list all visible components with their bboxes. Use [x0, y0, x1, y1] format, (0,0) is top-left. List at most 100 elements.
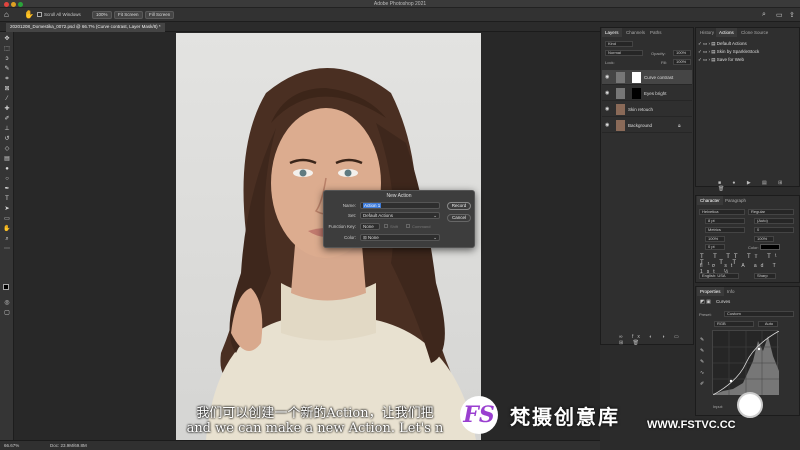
record-button[interactable]: Record — [447, 202, 471, 210]
fill-input[interactable]: 100% — [673, 59, 691, 65]
dodge-tool-icon[interactable]: ○ — [3, 176, 11, 182]
anti-alias-select[interactable]: Sharp — [754, 273, 776, 279]
fit-screen-button[interactable]: Fit Screen — [114, 11, 143, 19]
share-icon[interactable]: ⇪ — [789, 11, 795, 19]
action-set-row[interactable]: ✓ ▭ › ▤ Save for Web — [698, 57, 744, 64]
tab-actions[interactable]: Actions — [716, 28, 737, 37]
search-icon[interactable]: ⌕ — [762, 11, 766, 19]
healing-tool-icon[interactable]: ✚ — [3, 106, 11, 112]
watermark-url: WWW.FSTVC.CC — [647, 419, 736, 431]
hand-tool-sidebar-icon[interactable]: ✋ — [3, 226, 11, 232]
visibility-icon[interactable]: ◉ — [605, 90, 609, 96]
path-select-tool-icon[interactable]: ➤ — [3, 206, 11, 212]
gradient-tool-icon[interactable]: ▤ — [3, 156, 11, 162]
tab-paragraph[interactable]: Paragraph — [722, 196, 749, 205]
no-color-icon: ⊠ — [363, 235, 367, 240]
text-color-swatch[interactable] — [760, 244, 780, 250]
document-tab[interactable]: 20201208_Domestika_0072.psd @ 66.7% (Cur… — [6, 23, 165, 32]
watermark-badge — [737, 392, 763, 418]
action-set-row[interactable]: ✓ ▭ › ▤ Default Actions — [698, 41, 747, 48]
vscale-input[interactable]: 100% — [705, 236, 725, 242]
screen-mode-icon[interactable]: ▢ — [3, 310, 11, 316]
auto-button[interactable]: Auto — [758, 321, 778, 327]
curves-graph[interactable] — [712, 330, 780, 396]
command-checkbox[interactable] — [406, 224, 410, 228]
font-size-input[interactable]: 8 pt — [705, 218, 745, 224]
workspace-icon[interactable]: ▭ — [776, 11, 783, 19]
tab-clone-source[interactable]: Clone Source — [738, 28, 771, 37]
layer-row[interactable]: ◉ Skin retouch — [602, 102, 692, 117]
tab-character[interactable]: Character — [697, 196, 723, 205]
more-tools-icon[interactable]: ⋯ — [3, 246, 11, 252]
dialog-title: New Action — [386, 193, 412, 199]
zoom-level[interactable]: 66.67% — [4, 443, 19, 448]
visibility-icon[interactable]: ◉ — [605, 122, 609, 128]
tab-layers[interactable]: Layers — [602, 28, 622, 37]
layer-mask-thumbnail[interactable] — [632, 72, 641, 83]
baseline-input[interactable]: 0 pt — [705, 244, 725, 250]
blend-mode-select[interactable]: Normal — [605, 50, 643, 56]
hand-tool-icon[interactable]: ✋ — [24, 10, 34, 19]
rectangle-tool-icon[interactable]: ▭ — [3, 216, 11, 222]
layer-thumbnail — [616, 104, 625, 115]
tab-properties[interactable]: Properties — [697, 287, 724, 296]
language-select[interactable]: English: USA — [699, 273, 739, 279]
zoom-tool-icon[interactable]: ⌕ — [3, 236, 11, 242]
watermark-logo: FS — [460, 396, 498, 434]
tab-history[interactable]: History — [697, 28, 717, 37]
zoom-100-button[interactable]: 100% — [92, 11, 112, 19]
move-tool-icon[interactable]: ✥ — [3, 36, 11, 42]
tracking-value: 0 — [757, 227, 760, 232]
lasso-tool-icon[interactable]: ↄ — [3, 56, 11, 62]
hscale-input[interactable]: 100% — [754, 236, 774, 242]
doc-size[interactable]: Doc: 23.9M/69.8M — [50, 443, 87, 448]
font-style-select[interactable]: Regular — [748, 209, 794, 215]
visibility-icon[interactable]: ◉ — [605, 74, 609, 80]
blur-tool-icon[interactable]: ● — [3, 166, 11, 172]
layer-footer-icons[interactable]: ∞ fx ◐ ◑ ▭ ⊞ 🗑︎ — [619, 334, 693, 346]
quick-mask-icon[interactable]: ◎ — [3, 300, 11, 306]
pen-tool-icon[interactable]: ✒ — [3, 186, 11, 192]
history-brush-tool-icon[interactable]: ↺ — [3, 136, 11, 142]
fill-screen-button[interactable]: Fill Screen — [145, 11, 175, 19]
tracking-input[interactable]: 0 — [754, 227, 794, 233]
crop-tool-icon[interactable]: ⌗ — [3, 76, 11, 82]
leading-input[interactable]: (Auto) — [754, 218, 794, 224]
clone-stamp-tool-icon[interactable]: ⊥ — [3, 126, 11, 132]
layer-row[interactable]: ◉ Eyes bright — [602, 86, 692, 101]
action-set-name: Save for Web — [716, 57, 744, 62]
font-family-select[interactable]: Helvetica — [699, 209, 745, 215]
fill-label: Fill: — [661, 60, 668, 65]
action-set-row[interactable]: ✓ ▭ › ▤ Skin by SparkleStock — [698, 49, 759, 56]
preset-select[interactable]: Custom — [724, 311, 794, 317]
scroll-all-windows-checkbox[interactable] — [37, 12, 42, 17]
function-key-select[interactable]: None — [360, 223, 380, 230]
home-icon[interactable]: ⌂ — [4, 10, 9, 19]
shift-checkbox[interactable] — [384, 224, 388, 228]
curve-tools[interactable]: ✎ ✎ ✎ ∿ ✐ — [700, 335, 704, 390]
set-select[interactable]: Default Actions ⌄ — [360, 212, 440, 219]
layer-mask-thumbnail[interactable] — [632, 88, 641, 99]
eyedropper-tool-icon[interactable]: ⁄ — [3, 96, 11, 102]
layer-row[interactable]: ◉ Curve contrast — [602, 70, 692, 85]
opacity-input[interactable]: 100% — [673, 50, 691, 56]
eraser-tool-icon[interactable]: ◇ — [3, 146, 11, 152]
kerning-input[interactable]: Metrics — [705, 227, 745, 233]
color-select[interactable]: ⊠ None ⌄ — [360, 234, 440, 241]
visibility-icon[interactable]: ◉ — [605, 106, 609, 112]
foreground-color-swatch[interactable] — [3, 284, 9, 290]
tab-paths[interactable]: Paths — [647, 28, 665, 37]
type-tool-icon[interactable]: T — [3, 196, 11, 202]
tab-channels[interactable]: Channels — [623, 28, 648, 37]
tab-info[interactable]: Info — [724, 287, 738, 296]
channel-select[interactable]: RGB — [714, 321, 754, 327]
cancel-button[interactable]: Cancel — [447, 214, 471, 222]
brush-tool-icon[interactable]: ✐ — [3, 116, 11, 122]
action-name-input[interactable]: Action 1 — [360, 202, 440, 209]
action-footer-icons[interactable]: ■ ● ▶ ▤ ⊞ 🗑︎ — [718, 180, 799, 192]
layer-row[interactable]: ◉ Background 🔒︎ — [602, 118, 692, 133]
layer-filter-select[interactable]: Kind — [605, 41, 633, 47]
quick-select-tool-icon[interactable]: ✎ — [3, 66, 11, 72]
marquee-tool-icon[interactable]: ⬚ — [3, 46, 11, 52]
frame-tool-icon[interactable]: ⊠ — [3, 86, 11, 92]
